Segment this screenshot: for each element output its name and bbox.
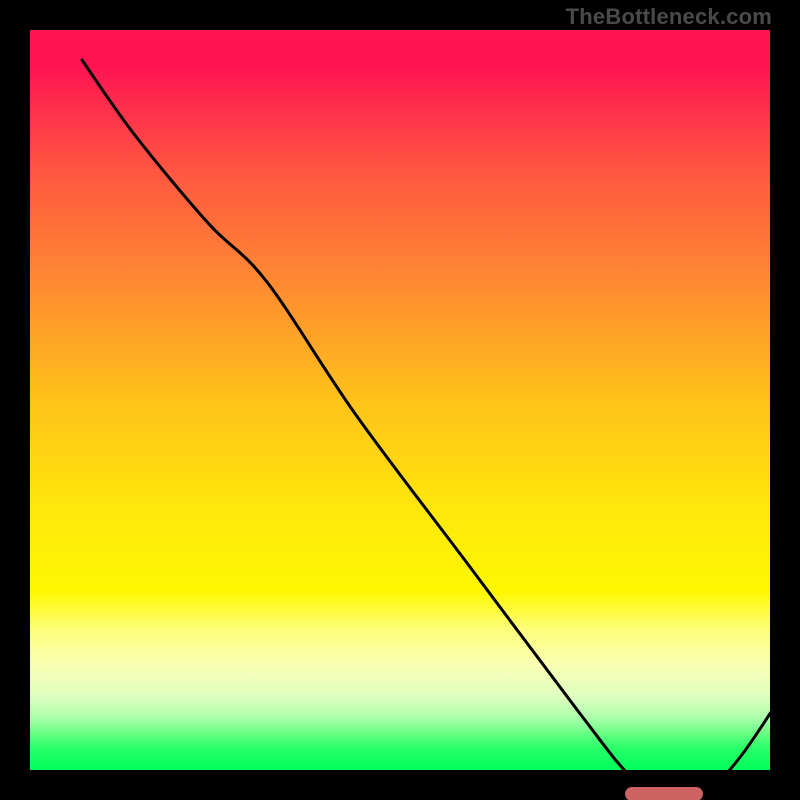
bottleneck-curve — [30, 30, 770, 770]
curve-path — [82, 60, 770, 770]
plot-area — [30, 30, 770, 770]
bottleneck-chart: TheBottleneck.com — [0, 0, 800, 800]
watermark-text: TheBottleneck.com — [566, 4, 772, 30]
optimal-range-marker — [625, 787, 703, 800]
